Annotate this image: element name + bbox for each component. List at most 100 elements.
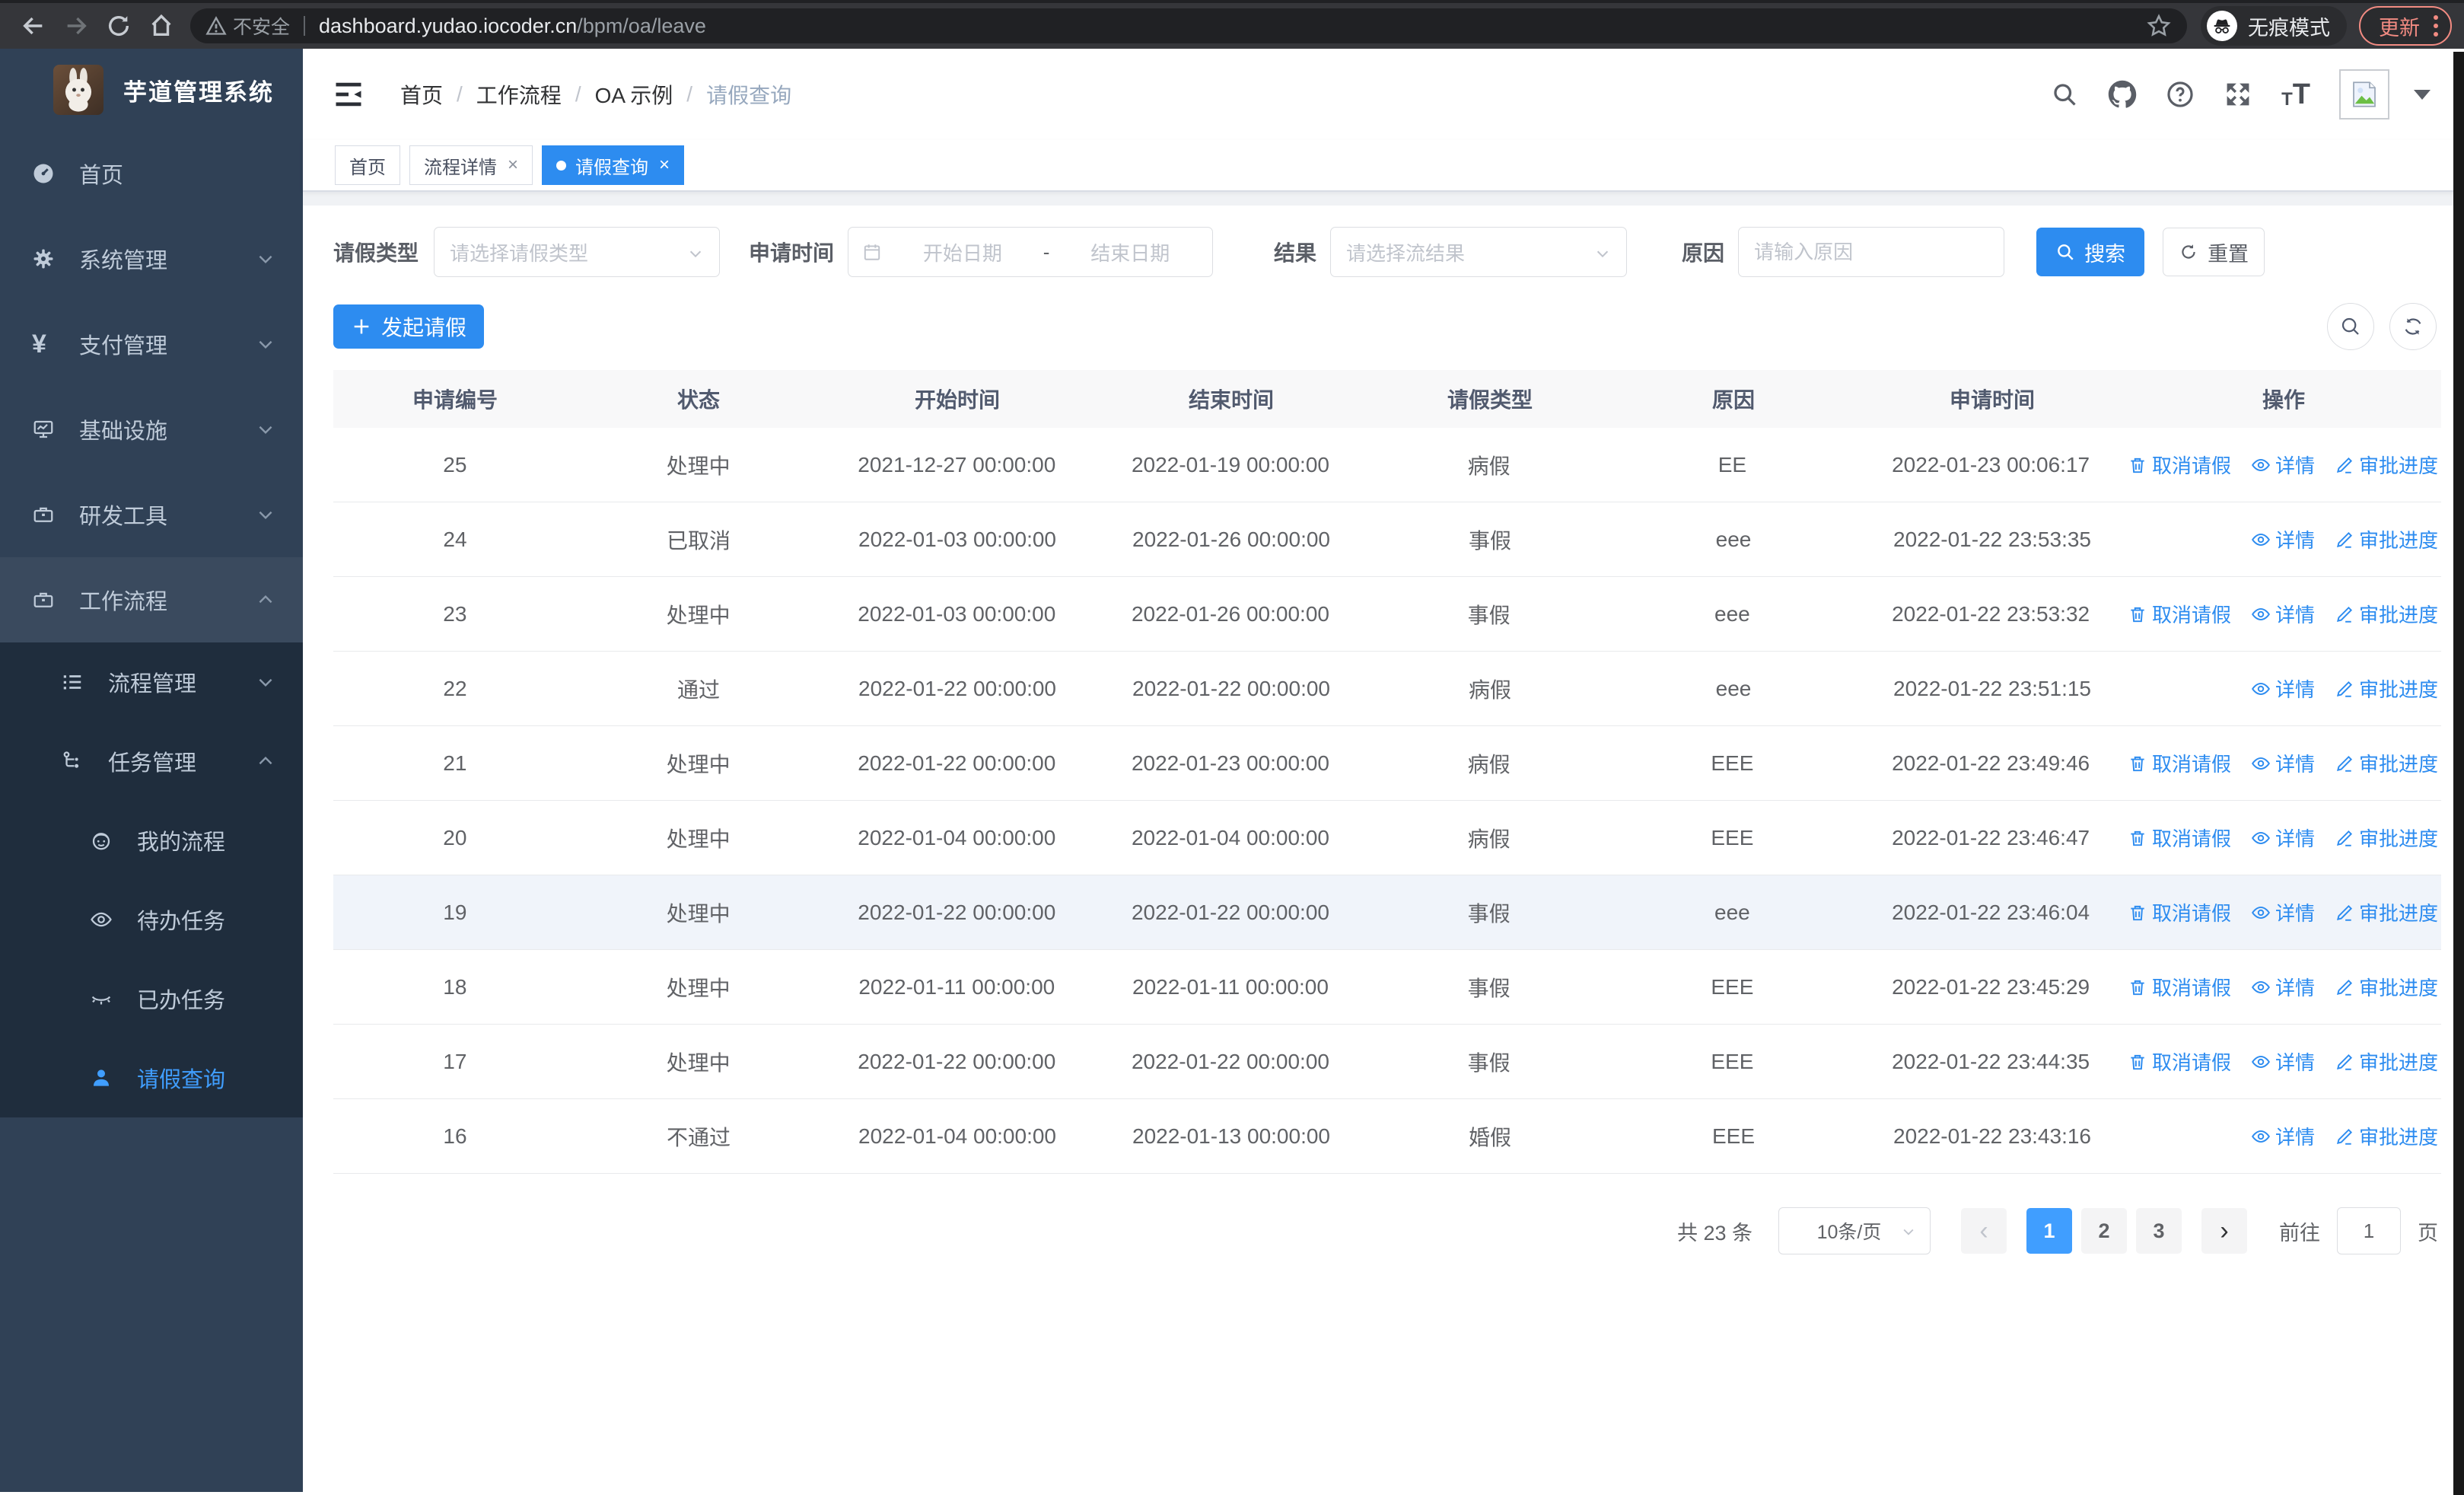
table-row[interactable]: 23 处理中 2022-01-03 00:00:00 2022-01-26 00:00… [333, 577, 2441, 652]
sidebar-item-task-mgmt[interactable]: 任务管理 [0, 722, 303, 801]
reason-input[interactable] [1738, 227, 2005, 277]
action-cancel-link[interactable]: 取消请假 [2128, 749, 2231, 777]
action-detail-link[interactable]: 详情 [2251, 898, 2315, 926]
action-progress-link[interactable]: 审批进度 [2335, 898, 2438, 926]
address-bar[interactable]: 不安全 dashboard.yudao.iocoder.cn/bpm/oa/le… [190, 8, 2187, 43]
home-icon[interactable] [140, 5, 183, 47]
cell-type: 婚假 [1468, 1125, 1511, 1149]
cell-start: 2022-01-22 00:00:00 [858, 676, 1056, 700]
action-cancel-link[interactable]: 取消请假 [2128, 973, 2231, 1001]
action-cancel-link[interactable]: 取消请假 [2128, 451, 2231, 479]
breadcrumb-oa-example[interactable]: OA 示例 [595, 79, 673, 110]
action-progress-link[interactable]: 审批进度 [2335, 973, 2438, 1001]
browser-update-button[interactable]: 更新 [2359, 6, 2452, 46]
cell-status: 处理中 [666, 752, 731, 776]
tab-home[interactable]: 首页 [335, 145, 400, 185]
avatar-dropdown-caret[interactable] [2414, 89, 2431, 100]
font-size-icon[interactable]: TT [2281, 80, 2310, 109]
page-1-button[interactable]: 1 [2026, 1208, 2072, 1254]
sidebar-item-done-tasks[interactable]: 已办任务 [0, 959, 303, 1038]
table-row[interactable]: 18 处理中 2022-01-11 00:00:00 2022-01-11 00:00… [333, 950, 2441, 1025]
action-progress-link[interactable]: 审批进度 [2335, 525, 2438, 553]
sidebar-item-home[interactable]: 首页 [0, 131, 303, 216]
sidebar-item-my-process[interactable]: 我的流程 [0, 801, 303, 880]
action-progress-link[interactable]: 审批进度 [2335, 451, 2438, 479]
action-detail-link[interactable]: 详情 [2251, 600, 2315, 628]
browser-scrollbar[interactable] [2453, 52, 2464, 1495]
table-row[interactable]: 17 处理中 2022-01-22 00:00:00 2022-01-22 00:00… [333, 1025, 2441, 1099]
result-select[interactable]: 请选择流结果 [1330, 227, 1628, 277]
table-refresh-button[interactable] [2389, 303, 2437, 350]
action-progress-link[interactable]: 审批进度 [2335, 1122, 2438, 1150]
search-button[interactable]: 搜索 [2036, 228, 2145, 276]
chevron-down-icon [256, 249, 275, 269]
action-progress-link[interactable]: 审批进度 [2335, 1047, 2438, 1076]
close-icon[interactable]: × [508, 155, 518, 176]
tab-leave-query[interactable]: 请假查询 × [542, 145, 685, 185]
action-detail-link[interactable]: 详情 [2251, 451, 2315, 479]
page-3-button[interactable]: 3 [2136, 1208, 2182, 1254]
leave-type-select[interactable]: 请选择请假类型 [434, 227, 721, 277]
table-search-toggle-button[interactable] [2327, 303, 2374, 350]
sidebar-item-process-mgmt[interactable]: 流程管理 [0, 642, 303, 722]
table-row[interactable]: 21 处理中 2022-01-22 00:00:00 2022-01-23 00:00… [333, 726, 2441, 801]
pagination: 共 23 条 10条/页 ‹ 123 › 前往 页 [333, 1207, 2441, 1254]
table-row[interactable]: 16 不通过 2022-01-04 00:00:00 2022-01-13 00:00… [333, 1099, 2441, 1174]
tab-process-detail[interactable]: 流程详情 × [409, 145, 533, 185]
action-progress-link[interactable]: 审批进度 [2335, 824, 2438, 852]
search-icon[interactable] [2050, 80, 2079, 109]
action-cancel-link[interactable]: 取消请假 [2128, 824, 2231, 852]
reload-icon[interactable] [97, 5, 140, 47]
action-detail-link[interactable]: 详情 [2251, 973, 2315, 1001]
breadcrumb-workflow[interactable]: 工作流程 [476, 79, 562, 110]
breadcrumb-home[interactable]: 首页 [400, 79, 443, 110]
action-progress-link[interactable]: 审批进度 [2335, 674, 2438, 703]
help-icon[interactable] [2166, 80, 2195, 109]
forward-icon[interactable] [55, 5, 97, 47]
sidebar-item-payment[interactable]: ¥ 支付管理 [0, 301, 303, 387]
bookmark-star-icon[interactable] [2146, 13, 2172, 39]
action-detail-link[interactable]: 详情 [2251, 525, 2315, 553]
sidebar-item-todo-tasks[interactable]: 待办任务 [0, 880, 303, 959]
create-leave-button[interactable]: 发起请假 [333, 304, 484, 349]
reset-button[interactable]: 重置 [2163, 228, 2265, 276]
action-detail-link[interactable]: 详情 [2251, 749, 2315, 777]
back-icon[interactable] [12, 5, 55, 47]
action-detail-link[interactable]: 详情 [2251, 1047, 2315, 1076]
close-icon[interactable]: × [659, 155, 670, 176]
table-row[interactable]: 22 通过 2022-01-22 00:00:00 2022-01-22 00:00:… [333, 652, 2441, 726]
table-row[interactable]: 24 已取消 2022-01-03 00:00:00 2022-01-26 00:00… [333, 502, 2441, 577]
browser-menu-icon[interactable] [2434, 15, 2438, 37]
page-size-select[interactable]: 10条/页 [1778, 1207, 1931, 1254]
sidebar-item-workflow[interactable]: 工作流程 [0, 557, 303, 642]
sidebar-item-infra[interactable]: 基础设施 [0, 387, 303, 472]
action-cancel-link[interactable]: 取消请假 [2128, 600, 2231, 628]
user-avatar[interactable] [2339, 69, 2389, 120]
page-2-button[interactable]: 2 [2081, 1208, 2127, 1254]
not-secure-indicator[interactable]: 不安全 [205, 12, 290, 40]
action-detail-link[interactable]: 详情 [2251, 674, 2315, 703]
navbar-tools: TT [2050, 69, 2431, 120]
next-page-button[interactable]: › [2201, 1208, 2247, 1254]
prev-page-button[interactable]: ‹ [1961, 1208, 2007, 1254]
table-row[interactable]: 20 处理中 2022-01-04 00:00:00 2022-01-04 00:00… [333, 801, 2441, 875]
cell-start: 2022-01-11 00:00:00 [858, 974, 1055, 999]
sidebar-item-system[interactable]: 系统管理 [0, 216, 303, 301]
action-cancel-link[interactable]: 取消请假 [2128, 898, 2231, 926]
action-cancel-link[interactable]: 取消请假 [2128, 1047, 2231, 1076]
cell-status: 已取消 [666, 528, 731, 553]
table-row[interactable]: 25 处理中 2021-12-27 00:00:00 2022-01-19 00:00… [333, 428, 2441, 502]
action-detail-link[interactable]: 详情 [2251, 1122, 2315, 1150]
sidebar-item-leave-query[interactable]: 请假查询 [0, 1038, 303, 1117]
fullscreen-icon[interactable] [2224, 80, 2252, 109]
sidebar: 芋道管理系统 首页 系统管理 ¥ 支付管理 基础设施 研发工具 工作流程 流程管… [0, 49, 303, 1492]
github-icon[interactable] [2108, 80, 2137, 109]
sidebar-fold-icon[interactable] [332, 78, 365, 111]
action-detail-link[interactable]: 详情 [2251, 824, 2315, 852]
sidebar-item-devtools[interactable]: 研发工具 [0, 472, 303, 557]
action-progress-link[interactable]: 审批进度 [2335, 749, 2438, 777]
action-progress-link[interactable]: 审批进度 [2335, 600, 2438, 628]
apply-time-range-picker[interactable]: 开始日期 - 结束日期 [848, 227, 1214, 277]
table-row[interactable]: 19 处理中 2022-01-22 00:00:00 2022-01-22 00:00… [333, 875, 2441, 950]
goto-page-input[interactable] [2337, 1207, 2401, 1254]
